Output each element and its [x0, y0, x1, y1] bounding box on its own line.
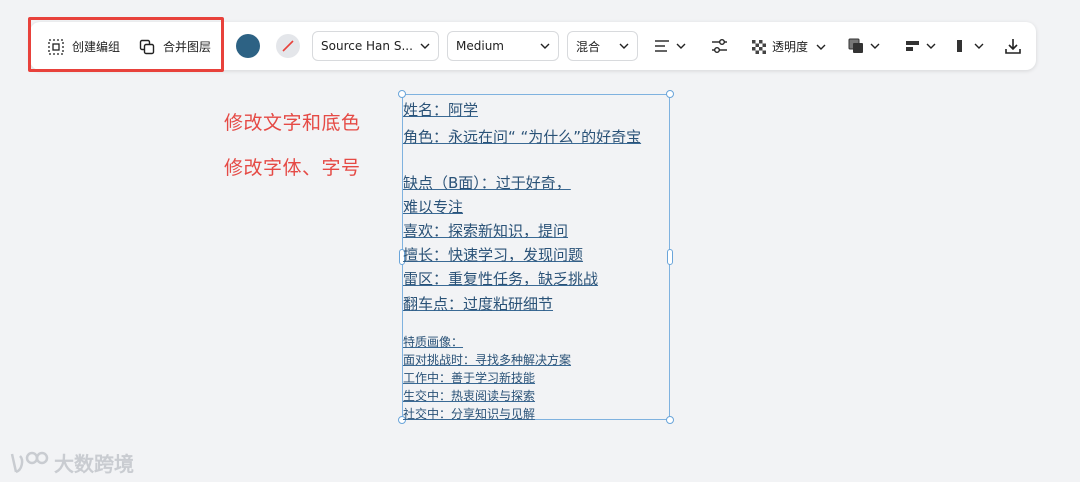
- download-button[interactable]: [1004, 37, 1022, 55]
- adjust-sliders-icon: [712, 39, 727, 53]
- font-family-value: Source Han S...: [321, 39, 413, 53]
- resize-handle-right[interactable]: [667, 249, 673, 265]
- chevron-down-icon: [816, 44, 826, 50]
- distribute-icon: [957, 40, 962, 52]
- resize-handle-top-right[interactable]: [666, 90, 674, 98]
- text-line: 姓名：阿学: [403, 101, 479, 119]
- watermark-logo-icon: [10, 451, 49, 473]
- resize-handle-bottom-right[interactable]: [666, 416, 674, 424]
- distribute-dropdown[interactable]: [954, 38, 984, 54]
- chevron-down-icon: [974, 43, 984, 49]
- text-line-small: 特质画像：: [403, 335, 464, 349]
- download-icon: [1005, 39, 1021, 54]
- layer-order-icon: [848, 38, 863, 53]
- text-line-small: 面对挑战时：寻找多种解决方案: [403, 353, 572, 367]
- text-line: 角色：永远在问“ “为什么”的好奇宝: [403, 128, 642, 146]
- chevron-down-icon: [676, 43, 686, 49]
- align-objects-icon: [906, 41, 919, 51]
- align-objects-dropdown[interactable]: [905, 38, 936, 54]
- font-weight-value: Medium: [456, 39, 504, 53]
- layer-order-dropdown[interactable]: [848, 38, 880, 54]
- chevron-down-icon: [420, 43, 430, 49]
- opacity-label: 透明度: [772, 40, 809, 54]
- annotation-edit-text-color: 修改文字和底色: [224, 112, 361, 134]
- highlight-box: [28, 17, 224, 72]
- text-line-small: 工作中：善于学习新技能: [403, 371, 536, 385]
- align-text-icon: [655, 40, 669, 52]
- text-line: 翻车点：过度粘研细节: [403, 295, 554, 313]
- text-line: 喜欢：探索新知识，提问: [403, 222, 569, 240]
- blend-mode-value: 混合: [576, 39, 601, 54]
- font-weight-select[interactable]: Medium: [447, 31, 559, 61]
- watermark-text: 大数跨境: [54, 452, 134, 476]
- resize-handle-top-left[interactable]: [398, 90, 406, 98]
- text-line-small: 生交中：热衷阅读与探索: [403, 389, 536, 403]
- chevron-down-icon: [540, 43, 550, 49]
- opacity-dropdown[interactable]: 透明度: [752, 38, 826, 55]
- text-line: 缺点（B面）：过于好奇，: [403, 174, 571, 192]
- text-line: 雷区：重复性任务，缺乏挑战: [403, 270, 599, 288]
- blend-mode-select[interactable]: 混合: [567, 31, 638, 61]
- annotation-edit-font-size: 修改字体、字号: [224, 157, 361, 179]
- font-family-select[interactable]: Source Han S...: [312, 31, 439, 61]
- chevron-down-icon: [926, 43, 936, 49]
- chevron-down-icon: [870, 43, 880, 49]
- fill-color-swatch[interactable]: [236, 34, 260, 58]
- text-line-small: 社交中：分享知识与见解: [403, 407, 536, 421]
- text-align-dropdown[interactable]: [654, 38, 686, 54]
- no-color-icon: [282, 40, 294, 52]
- text-line: 擅长：快速学习，发现问题: [403, 246, 584, 264]
- chevron-down-icon: [619, 43, 629, 49]
- opacity-checker-icon: [752, 39, 766, 54]
- stroke-color-swatch[interactable]: [276, 34, 300, 58]
- adjust-button[interactable]: [711, 38, 728, 54]
- watermark: 大数跨境: [8, 448, 134, 477]
- text-line: 难以专注: [403, 198, 464, 216]
